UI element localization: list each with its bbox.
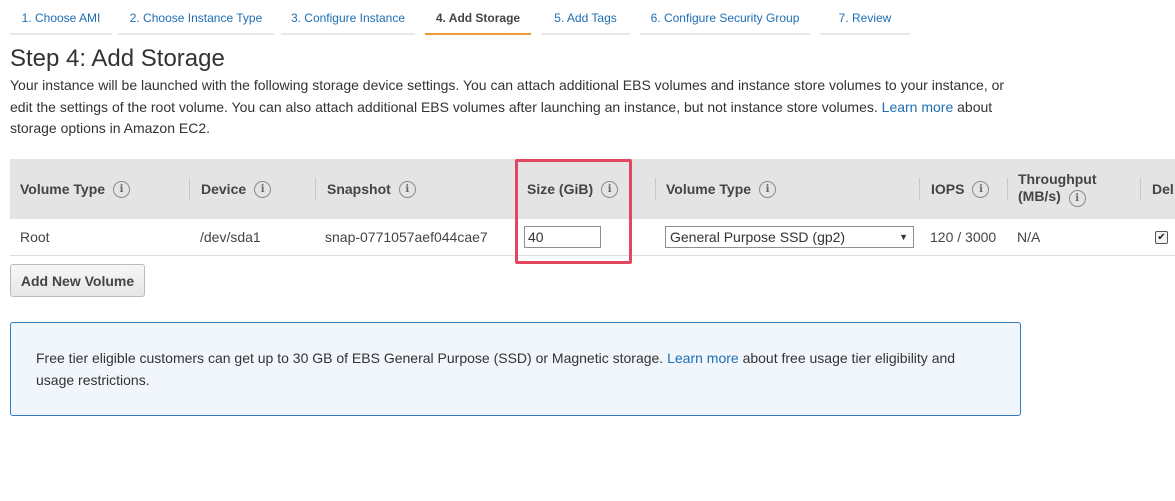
volume-type-selected: General Purpose SSD (gp2) xyxy=(670,229,846,245)
free-tier-message: Free tier eligible customers can get up … xyxy=(36,347,986,391)
header-iops: IOPS i xyxy=(919,159,990,219)
step-review[interactable]: 7. Review xyxy=(820,0,910,35)
step-configure-instance[interactable]: 3. Configure Instance xyxy=(281,0,415,35)
info-icon[interactable]: i xyxy=(759,180,777,198)
intro-text-main: Your instance will be launched with the … xyxy=(10,77,1005,115)
header-snapshot: Snapshot i xyxy=(315,159,416,219)
cell-throughput: N/A xyxy=(1017,229,1041,245)
info-icon[interactable]: i xyxy=(1068,190,1086,207)
header-delete-on-termination: Del xyxy=(1140,159,1174,219)
step-configure-security-group[interactable]: 6. Configure Security Group xyxy=(640,0,810,35)
cell-iops: 120 / 3000 xyxy=(930,229,997,245)
cell-device: /dev/sda1 xyxy=(200,229,261,245)
info-icon[interactable]: i xyxy=(113,180,131,198)
delete-on-termination-checkbox[interactable]: ✔ xyxy=(1155,231,1168,244)
page-title: Step 4: Add Storage xyxy=(10,45,225,72)
header-ebs-volume-type: Volume Type i xyxy=(655,159,777,219)
caret-down-icon: ▼ xyxy=(899,232,908,242)
intro-text: Your instance will be launched with the … xyxy=(10,75,1020,140)
check-icon: ✔ xyxy=(1157,232,1166,243)
size-column-highlight xyxy=(515,159,632,264)
free-tier-notice: Free tier eligible customers can get up … xyxy=(10,322,1021,416)
header-throughput: Throughput (MB/s) i xyxy=(1007,159,1097,219)
learn-more-storage-link[interactable]: Learn more xyxy=(882,99,954,115)
header-volume-type: Volume Type i xyxy=(20,159,131,219)
step-choose-instance-type[interactable]: 2. Choose Instance Type xyxy=(118,0,274,35)
add-new-volume-button[interactable]: Add New Volume xyxy=(10,264,145,297)
step-add-tags[interactable]: 5. Add Tags xyxy=(541,0,630,35)
info-icon[interactable]: i xyxy=(972,180,990,198)
info-icon[interactable]: i xyxy=(398,180,416,198)
cell-volume-type: Root xyxy=(20,229,50,245)
learn-more-free-tier-link[interactable]: Learn more xyxy=(667,350,739,366)
cell-snapshot: snap-0771057aef044cae7 xyxy=(325,229,488,245)
free-tier-text: Free tier eligible customers can get up … xyxy=(36,350,664,366)
info-icon[interactable]: i xyxy=(254,180,272,198)
step-add-storage[interactable]: 4. Add Storage xyxy=(425,0,531,35)
step-choose-ami[interactable]: 1. Choose AMI xyxy=(10,0,112,35)
volume-type-select[interactable]: General Purpose SSD (gp2) ▼ xyxy=(665,226,914,248)
header-device: Device i xyxy=(189,159,272,219)
